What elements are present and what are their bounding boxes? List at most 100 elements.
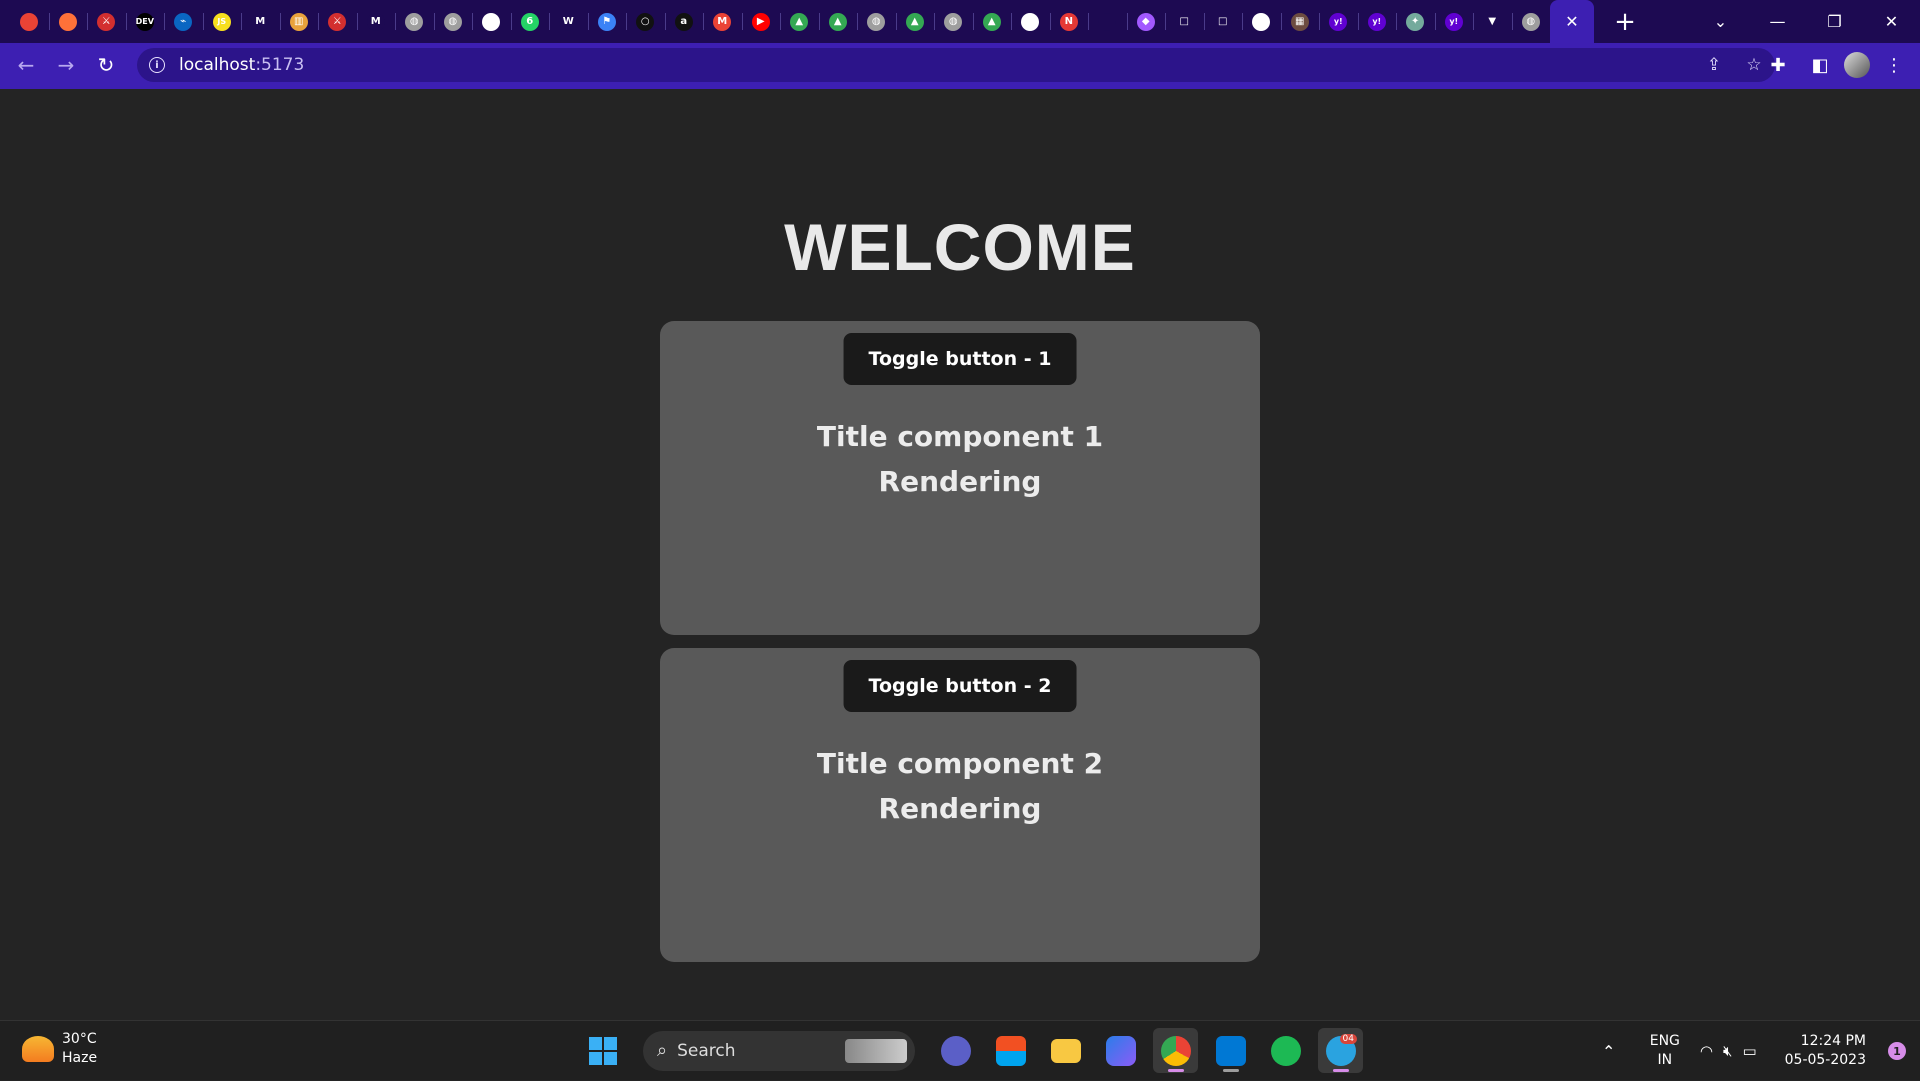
show-hidden-icons[interactable]: ⌃ [1594, 1042, 1624, 1061]
browser-tab[interactable]: ◍ [433, 0, 473, 43]
restore-icon[interactable]: ❐ [1806, 0, 1863, 43]
share-icon[interactable]: ⇪ [1699, 50, 1729, 80]
browser-tab[interactable]: ◆ [1126, 0, 1166, 43]
browser-tab[interactable]: ◍ [857, 0, 896, 43]
address-bar[interactable]: i localhost:5173 ⇪ ☆ [137, 48, 1775, 82]
microsoft-store-icon[interactable] [988, 1028, 1033, 1073]
teams-chat-icon[interactable] [933, 1028, 978, 1073]
browser-tab[interactable]: ● [1242, 0, 1281, 43]
browser-tab[interactable]: ● [472, 0, 511, 43]
browser-tab[interactable]: ▶ [741, 0, 781, 43]
battery-icon: ▭ [1742, 1042, 1757, 1060]
start-button[interactable] [580, 1028, 625, 1073]
globe-icon: ◍ [944, 12, 963, 31]
file-explorer-icon[interactable] [1043, 1028, 1088, 1073]
browser-tab[interactable]: ▼ [1473, 0, 1512, 43]
tab-list: ⚔ DEV ⌁ JS M ▥ ⚔ M ◍ ◍ ● 6 W ⚑ ○ a M ▶ ▲ ▲ ◍ ▲ ◍ ▲ ● N ◆ □ □ ● ▦ y! y! ✦ y… [0, 0, 1550, 43]
browser-tab[interactable]: ◍ [934, 0, 973, 43]
card-2-title-line2: Rendering [878, 792, 1042, 825]
weather-widget[interactable]: 30°C Haze [22, 1030, 97, 1068]
browser-tab[interactable]: ▥ [279, 0, 319, 43]
drive-icon: ▲ [790, 12, 809, 31]
vscode-icon[interactable] [1208, 1028, 1253, 1073]
new-tab-button[interactable]: + [1602, 0, 1648, 43]
browser-tab[interactable]: M [241, 0, 280, 43]
browser-tab[interactable]: W [549, 0, 588, 43]
bing-copilot-icon[interactable] [1098, 1028, 1143, 1073]
browser-tab[interactable]: □ [1203, 0, 1243, 43]
browser-tab[interactable]: ⚔ [87, 0, 126, 43]
weather-temp: 30°C [62, 1031, 97, 1047]
browser-tab[interactable]: DEV [125, 0, 165, 43]
browser-tab[interactable]: M [703, 0, 742, 43]
taskbar-search[interactable]: ⌕ Search [643, 1030, 915, 1071]
youtube-icon: ▶ [751, 12, 770, 31]
browser-tab[interactable]: ⌁ [164, 0, 203, 43]
browser-tab[interactable]: ▲ [780, 0, 819, 43]
spotify-icon[interactable] [1263, 1028, 1308, 1073]
browser-tab[interactable]: ○ [626, 0, 665, 43]
tab-active[interactable]: ✕ [1550, 0, 1594, 43]
browser-tab[interactable] [10, 0, 49, 43]
blank-icon [1098, 12, 1117, 31]
language-indicator[interactable]: ENG IN [1650, 1032, 1680, 1070]
yahoo-icon: y! [1367, 12, 1386, 31]
search-highlight-image [845, 1038, 907, 1063]
books-icon: ▥ [289, 12, 308, 31]
title-component-2: Title component 2 Rendering [660, 741, 1260, 831]
close-tab-icon[interactable]: ✕ [1565, 12, 1578, 31]
whatsapp-icon: 6 [520, 12, 539, 31]
browser-tab[interactable] [1088, 0, 1127, 43]
browser-tab[interactable]: y! [1434, 0, 1474, 43]
browser-tab[interactable]: ▦ [1280, 0, 1320, 43]
browser-tab[interactable]: 6 [510, 0, 550, 43]
notification-badge[interactable]: 1 [1888, 1042, 1906, 1060]
card-2: Toggle button - 2 Title component 2 Rend… [660, 648, 1260, 962]
running-indicator [1332, 1069, 1349, 1072]
url-text[interactable]: localhost:5173 [179, 55, 304, 75]
browser-tab[interactable] [48, 0, 88, 43]
toggle-button-1[interactable]: Toggle button - 1 [843, 333, 1077, 385]
browser-tab[interactable]: □ [1165, 0, 1204, 43]
browser-tab[interactable]: ▲ [818, 0, 858, 43]
browser-tab[interactable]: ⚔ [318, 0, 357, 43]
quick-settings[interactable]: ◠ 🔇︎ ▭ [1700, 1042, 1757, 1060]
minimize-icon[interactable]: — [1749, 0, 1806, 43]
site-info-icon[interactable]: i [149, 57, 165, 73]
extensions-icon[interactable]: ✚ [1760, 47, 1796, 83]
reload-icon[interactable]: ↻ [86, 45, 126, 85]
browser-tab[interactable]: M [356, 0, 396, 43]
browser-tab[interactable]: ▲ [972, 0, 1012, 43]
browser-tab[interactable]: ✦ [1396, 0, 1435, 43]
telegram-icon[interactable]: 04 [1318, 1028, 1363, 1073]
running-indicator [1222, 1069, 1239, 1072]
drive-icon: ▲ [828, 12, 847, 31]
tab-search-icon[interactable]: ⌄ [1692, 0, 1749, 43]
clock-date: 05-05-2023 [1784, 1052, 1866, 1068]
forward-icon[interactable]: → [46, 45, 86, 85]
browser-tab[interactable]: JS [202, 0, 242, 43]
menu-icon[interactable]: ⋮ [1876, 47, 1912, 83]
browser-tab[interactable]: ▲ [895, 0, 935, 43]
toggle-button-2[interactable]: Toggle button - 2 [843, 660, 1077, 712]
url-host: localhost [179, 55, 256, 75]
browser-tab[interactable]: y! [1319, 0, 1358, 43]
browser-tab[interactable]: ◍ [1511, 0, 1551, 43]
back-icon[interactable]: ← [6, 45, 46, 85]
profile-avatar[interactable] [1844, 52, 1870, 78]
chrome-taskbar-icon[interactable] [1153, 1028, 1198, 1073]
browser-tab[interactable]: y! [1357, 0, 1397, 43]
browser-tab[interactable]: ◍ [395, 0, 434, 43]
card-2-title-line1: Title component 2 [816, 747, 1104, 780]
clock[interactable]: 12:24 PM 05-05-2023 [1785, 1032, 1866, 1070]
browser-tab[interactable]: a [664, 0, 704, 43]
firefox-icon [58, 12, 77, 31]
medium-icon: M [251, 12, 270, 31]
close-window-icon[interactable]: ✕ [1863, 0, 1920, 43]
w-icon: W [559, 12, 578, 31]
browser-tab[interactable]: ● [1011, 0, 1050, 43]
browser-tab[interactable]: N [1049, 0, 1089, 43]
browser-tab[interactable]: ⚑ [587, 0, 627, 43]
side-panel-icon[interactable]: ◧ [1802, 47, 1838, 83]
flag-icon: ⚑ [597, 12, 616, 31]
